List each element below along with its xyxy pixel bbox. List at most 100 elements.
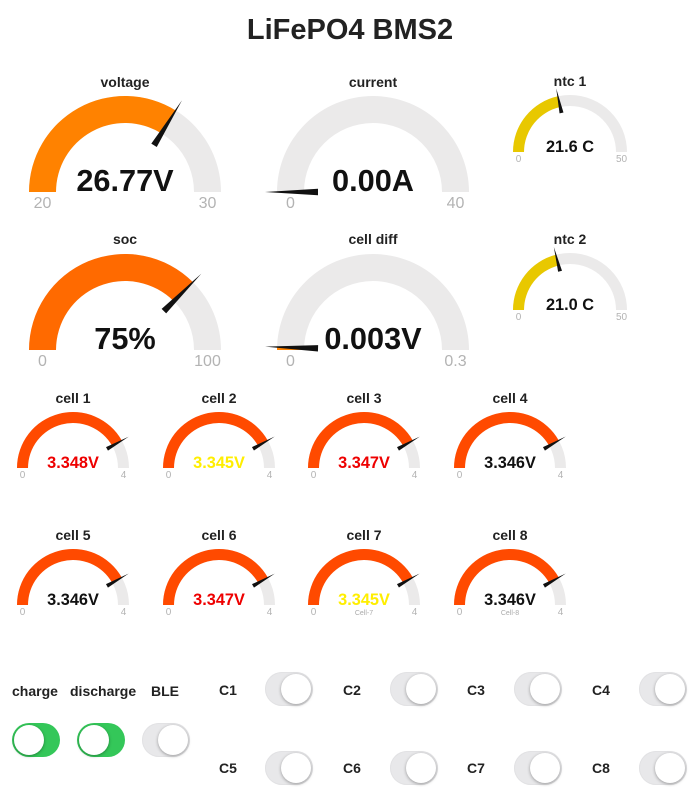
gauge-min-label: 0 (516, 154, 522, 165)
gauge-min-label: 0 (457, 607, 463, 618)
gauge-min-label: 0 (166, 607, 172, 618)
voltage-gauge: voltage 26.77V 20 30 (9, 73, 241, 222)
balance-label-c6: C6 (343, 760, 361, 776)
cell2-svg: cell 2 3.345V 0 4 (163, 390, 275, 481)
gauge-label: ntc 2 (554, 231, 587, 247)
balance-label-c3: C3 (467, 682, 485, 698)
ntc2-gauge: ntc 2 21.0 C 0 50 (493, 230, 647, 334)
balance-toggle-c5[interactable] (265, 751, 313, 785)
ble-label: BLE (151, 683, 179, 699)
discharge-label: discharge (70, 683, 137, 699)
charge-toggle[interactable] (12, 723, 60, 757)
balance-toggle-c3[interactable] (514, 672, 562, 706)
gauge-value: 3.346V (47, 591, 99, 609)
cell-diff-gauge: cell diff 0.003V 0 0.3 (257, 230, 489, 380)
gauge-max-label: 4 (558, 607, 564, 618)
gauge-value: 3.345V (338, 591, 390, 609)
toggle-knob (406, 674, 436, 704)
gauge-max-label: 4 (412, 607, 418, 618)
ntc2-svg: ntc 2 21.0 C 0 50 (513, 231, 628, 323)
gauge-value: 21.0 C (546, 296, 594, 314)
toggle-knob (14, 725, 44, 755)
toggle-knob (530, 674, 560, 704)
balance-label-c1: C1 (219, 682, 237, 698)
gauge-min-label: 0 (457, 470, 463, 481)
gauge-max-label: 50 (616, 312, 628, 323)
gauge-needle (265, 345, 319, 352)
gauge-label: cell 6 (201, 527, 236, 543)
cell4-svg: cell 4 3.346V 0 4 (454, 390, 566, 481)
balance-label-c5: C5 (219, 760, 237, 776)
gauge-label: cell 5 (55, 527, 90, 543)
balance-label-c2: C2 (343, 682, 361, 698)
gauge-label: cell 1 (55, 390, 90, 406)
gauge-max-label: 4 (121, 470, 127, 481)
ntc1-svg: ntc 1 21.6 C 0 50 (513, 73, 628, 165)
toggle-knob (655, 674, 685, 704)
gauge-max-label: 4 (267, 607, 273, 618)
toggle-knob (530, 753, 560, 783)
balance-toggle-c6[interactable] (390, 751, 438, 785)
cell3-svg: cell 3 3.347V 0 4 (308, 390, 420, 481)
toggle-knob (79, 725, 109, 755)
gauge-value: 0.003V (324, 321, 422, 356)
celldiff-svg: cell diff 0.003V 0 0.3 (265, 231, 469, 370)
cell7-gauge: cell 7 3.345V 0 4 Cell-7 (288, 526, 440, 629)
gauge-max-label: 50 (616, 154, 628, 165)
gauge-value: 0.00A (332, 163, 414, 198)
toggle-knob (281, 674, 311, 704)
balance-label-c7: C7 (467, 760, 485, 776)
gauge-value: 3.347V (193, 591, 245, 609)
gauge-label: cell 4 (492, 390, 527, 406)
current-svg: current 0.00A 0 40 (265, 74, 469, 212)
gauge-caption: Cell-8 (501, 610, 519, 617)
gauge-max-label: 4 (267, 470, 273, 481)
gauge-label: soc (113, 231, 137, 247)
toggle-knob (281, 753, 311, 783)
voltage-svg: voltage 26.77V 20 30 (29, 74, 221, 212)
balance-label-c8: C8 (592, 760, 610, 776)
gauge-label: cell diff (348, 231, 397, 247)
cell5-svg: cell 5 3.346V 0 4 (17, 527, 129, 618)
balance-toggle-c8[interactable] (639, 751, 687, 785)
balance-toggle-c1[interactable] (265, 672, 313, 706)
cell1-svg: cell 1 3.348V 0 4 (17, 390, 129, 481)
gauge-value: 3.348V (47, 454, 99, 472)
gauge-value: 3.345V (193, 454, 245, 472)
cell6-gauge: cell 6 3.347V 0 4 (143, 526, 295, 629)
cell8-svg: cell 8 3.346V 0 4 Cell-8 (454, 527, 566, 618)
gauge-max-label: 40 (447, 195, 465, 212)
charge-label: charge (12, 683, 58, 699)
cell8-gauge: cell 8 3.346V 0 4 Cell-8 (434, 526, 586, 629)
gauge-min-label: 0 (20, 607, 26, 618)
gauge-label: current (349, 74, 398, 90)
balance-toggle-c2[interactable] (390, 672, 438, 706)
gauge-min-label: 0 (20, 470, 26, 481)
gauge-max-label: 100 (194, 353, 221, 370)
current-gauge: current 0.00A 0 40 (257, 73, 489, 222)
gauge-label: cell 7 (346, 527, 381, 543)
gauge-value: 21.6 C (546, 138, 594, 156)
balance-label-c4: C4 (592, 682, 610, 698)
soc-gauge: soc 75% 0 100 (9, 230, 241, 380)
ble-toggle[interactable] (142, 723, 190, 757)
ntc1-gauge: ntc 1 21.6 C 0 50 (493, 72, 647, 176)
gauge-min-label: 20 (34, 195, 52, 212)
cell6-svg: cell 6 3.347V 0 4 (163, 527, 275, 618)
gauge-label: cell 3 (346, 390, 381, 406)
gauge-min-label: 0 (516, 312, 522, 323)
gauge-max-label: 30 (199, 195, 217, 212)
discharge-toggle[interactable] (77, 723, 125, 757)
gauge-min-label: 0 (286, 195, 295, 212)
balance-toggle-c4[interactable] (639, 672, 687, 706)
gauge-value: 3.346V (484, 591, 536, 609)
gauge-caption: Cell-7 (355, 610, 373, 617)
cell1-gauge: cell 1 3.348V 0 4 (0, 389, 149, 492)
gauge-label: cell 8 (492, 527, 527, 543)
cell2-gauge: cell 2 3.345V 0 4 (143, 389, 295, 492)
balance-toggle-c7[interactable] (514, 751, 562, 785)
gauge-max-label: 0.3 (444, 353, 466, 370)
gauge-value: 3.346V (484, 454, 536, 472)
gauge-min-label: 0 (311, 607, 317, 618)
page-title: LiFePO4 BMS2 (246, 14, 454, 46)
